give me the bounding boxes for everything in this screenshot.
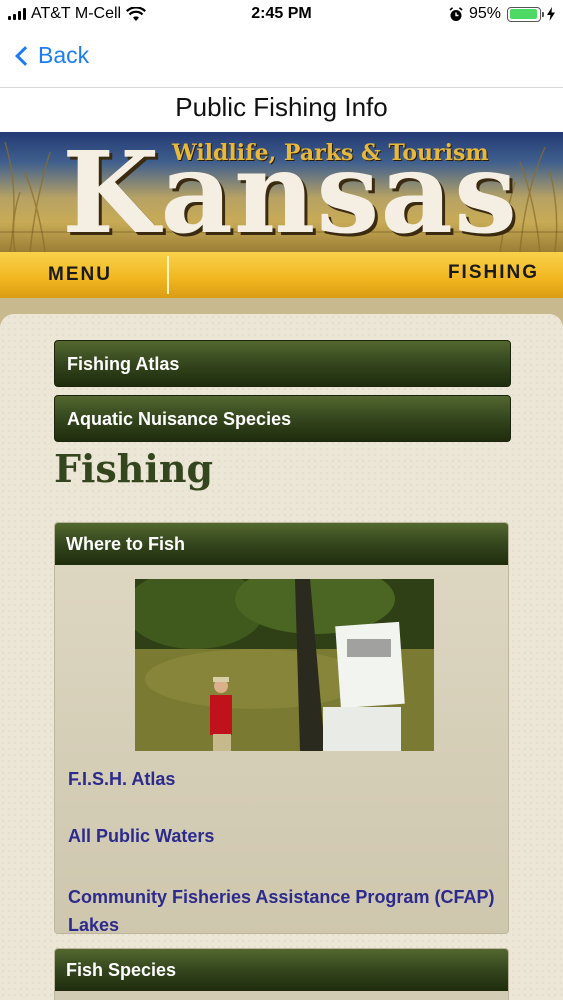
fishing-atlas-button[interactable]: Fishing Atlas [54, 340, 511, 387]
page-title-bar: Public Fishing Info [0, 88, 563, 132]
fishing-photo [135, 579, 434, 751]
battery-level-fill [509, 9, 538, 19]
status-bar: AT&T M-Cell 2:45 PM 95% [0, 0, 563, 30]
cfap-lakes-link[interactable]: Community Fisheries Assistance Program (… [68, 883, 498, 933]
where-to-fish-header[interactable]: Where to Fish [55, 523, 508, 565]
where-to-fish-section: Where to Fish F.I.S.H. Atlas All Public [54, 522, 509, 934]
page-title: Public Fishing Info [175, 92, 388, 122]
fish-atlas-link[interactable]: F.I.S.H. Atlas [68, 769, 175, 790]
battery-icon [507, 6, 544, 22]
site-menu-strip: MENU FISHING [0, 252, 563, 298]
alarm-icon [449, 6, 463, 21]
fish-species-section: Fish Species [54, 948, 509, 1000]
kansas-wildlife-banner[interactable]: Kansas Wildlife, Parks & Tourism [0, 132, 563, 252]
all-public-waters-link[interactable]: All Public Waters [68, 826, 214, 847]
section-fishing-link[interactable]: FISHING [448, 262, 539, 284]
charging-bolt-icon [547, 7, 555, 21]
menu-button[interactable]: MENU [48, 264, 112, 286]
aquatic-nuisance-species-button[interactable]: Aquatic Nuisance Species [54, 395, 511, 442]
battery-percent: 95% [468, 5, 501, 22]
back-label: Back [38, 42, 90, 68]
banner-agency-line: Wildlife, Parks & Tourism [172, 140, 489, 166]
fishing-heading: Fishing [54, 446, 214, 491]
fish-species-header[interactable]: Fish Species [55, 949, 508, 991]
where-to-fish-body: F.I.S.H. Atlas All Public Waters Communi… [55, 565, 508, 933]
chevron-left-icon [15, 45, 35, 66]
navigation-bar: Back [0, 30, 563, 88]
back-button[interactable]: Back [14, 42, 89, 69]
menu-divider [167, 256, 169, 294]
status-right: 95% [449, 5, 555, 23]
